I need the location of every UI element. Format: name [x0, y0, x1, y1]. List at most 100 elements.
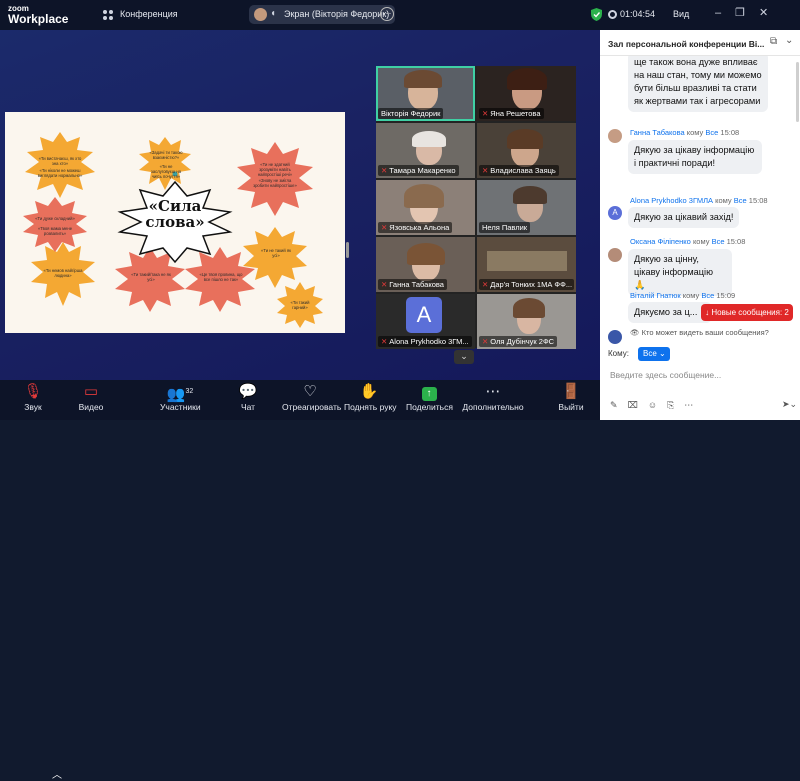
- participants-button[interactable]: 👥32 Участники: [160, 380, 201, 420]
- avatar: [608, 330, 622, 344]
- avatar: A: [608, 206, 622, 220]
- participant-tile[interactable]: ✕ Владислава Заяць: [477, 123, 576, 178]
- view-menu-button[interactable]: Вид: [673, 9, 689, 19]
- conference-label: Конференция: [120, 9, 178, 19]
- send-options-icon[interactable]: ➤⌄: [782, 399, 797, 410]
- more-button[interactable]: ⋯ Дополнительно: [462, 380, 524, 420]
- participant-name: ✕ Владислава Заяць: [479, 165, 559, 176]
- meeting-info-icon[interactable]: [102, 9, 114, 21]
- participant-tile[interactable]: ✕ Тамара Макаренко: [376, 123, 475, 178]
- share-options-button[interactable]: ···: [380, 7, 394, 21]
- participant-tile[interactable]: ✕ Язовська Альона: [376, 180, 475, 235]
- chat-scrollbar[interactable]: [796, 62, 799, 122]
- sender-name: Оксана Філіпенко: [630, 237, 691, 246]
- avatar: [608, 248, 622, 262]
- recipient-select[interactable]: Все ⌄: [638, 347, 670, 361]
- slide-phrase: «Ти не заслуговуєш на чиїсь почуття»: [150, 164, 182, 179]
- message-time: 15:08: [748, 196, 768, 205]
- meeting-toolbar: 🎙 Звук ︿ ▭ Видео 👥32 Участники 💬 Чат ♡ О…: [0, 380, 600, 781]
- recipient: Все: [711, 237, 725, 246]
- mic-muted-icon: ✕: [482, 337, 489, 346]
- mic-muted-icon: ✕: [381, 166, 388, 175]
- participant-gallery: Вікторія Федорик ✕ Яна Решетова ✕ Тамара М…: [376, 66, 576, 349]
- new-messages-button[interactable]: ↓ Новые сообщения: 2: [701, 304, 793, 321]
- participant-name: Неля Павлик: [479, 222, 531, 233]
- participant-name: ✕ Яна Решетова: [479, 108, 544, 119]
- message-sender: Ганна Табакова кому Все 15:08: [630, 128, 739, 137]
- chat-icon: 💬: [238, 383, 258, 400]
- participant-name: Вікторія Федорик: [378, 108, 444, 119]
- security-shield-icon[interactable]: [591, 8, 602, 21]
- slide-phrase: «Це твоя провина, що все пішло не так»: [199, 272, 243, 282]
- to-word: кому: [682, 291, 700, 300]
- participant-name: ✕ Дар'я Тонких 1МА ФФ...: [479, 279, 574, 290]
- participant-tile[interactable]: ✕ Дар'я Тонких 1МА ФФ...: [477, 237, 576, 292]
- chat-options-chevron-icon[interactable]: ⌄: [785, 35, 793, 46]
- to-word: кому: [715, 196, 732, 205]
- participant-avatar: A: [406, 297, 442, 333]
- reactions-button[interactable]: ♡ Отреагировать: [282, 380, 342, 420]
- chat-message: Дякуємо за ц...: [628, 302, 712, 323]
- chat-panel: Зал персональной конференции Ві... ⧉ ⌄ щ…: [600, 30, 800, 420]
- audio-options-chevron-icon[interactable]: ︿: [52, 766, 62, 781]
- chat-message: Дякую за цінну, цікаву інформацію 🙏: [628, 249, 732, 296]
- slide-phrase: «Задачі ти такою взаємністю?»: [149, 150, 183, 160]
- reactions-label: Отреагировать: [282, 402, 342, 412]
- message-time: 15:08: [726, 237, 746, 246]
- slide-phrase: «Ти дуже складний»: [35, 216, 75, 221]
- slide-phrase: «Твоя мама мене розвалить»: [37, 226, 73, 236]
- participant-tile[interactable]: ✕ Яна Решетова: [477, 66, 576, 121]
- heart-icon: ♡: [303, 383, 317, 400]
- sender-name: Віталій Гнатюк: [630, 291, 681, 300]
- mic-muted-icon: ✕: [482, 280, 489, 289]
- slide-title: «Сила слова»: [145, 197, 205, 231]
- participant-tile[interactable]: A ✕ Alona Prykhodko 3ГМ...: [376, 294, 475, 349]
- meeting-timer: 01:04:54: [620, 9, 656, 19]
- chevron-down-icon: ⌄: [659, 349, 666, 358]
- mic-muted-icon: ✕: [482, 166, 489, 175]
- slide-phrase: «Ти не такий як усі»: [261, 248, 291, 258]
- message-sender: Віталій Гнатюк кому Все 15:09: [630, 291, 735, 300]
- who-can-see-text: Кто может видеть ваши сообщения?: [641, 328, 769, 337]
- split-resize-handle[interactable]: [346, 242, 349, 258]
- logo-workplace-text: Workplace: [8, 12, 69, 26]
- chat-header: Зал персональной конференции Ві... ⧉ ⌄: [600, 30, 800, 56]
- raise-hand-button[interactable]: ✋ Поднять руку: [344, 380, 397, 420]
- message-sender: Оксана Філіпенко кому Все 15:08: [630, 237, 745, 246]
- recipient: Все: [705, 128, 719, 137]
- chat-tools[interactable]: ✎⌧☺⎘⋯: [610, 400, 703, 411]
- leave-button[interactable]: 🚪 Выйти: [558, 380, 584, 420]
- chat-message-input[interactable]: [610, 366, 794, 384]
- video-button[interactable]: ▭ Видео: [76, 380, 106, 420]
- share-screen-button[interactable]: ↑ Поделиться: [406, 380, 453, 420]
- message-sender: Alona Prykhodko 3ГМЛА кому Все 15:08: [630, 196, 768, 205]
- audio-button[interactable]: 🎙 Звук: [18, 380, 48, 420]
- participant-tile[interactable]: Вікторія Федорик: [376, 66, 475, 121]
- people-icon: 👁: [630, 328, 642, 337]
- leave-label: Выйти: [558, 402, 584, 412]
- window-controls[interactable]: –❐✕: [715, 6, 782, 19]
- screen-share-label: Экран (Вікторія Федорик): [284, 9, 390, 19]
- sharer-avatar: [254, 8, 267, 21]
- participant-name-text: Оля Дубінчук 2ФС: [490, 337, 555, 346]
- participant-name-text: Ганна Табакова: [389, 280, 444, 289]
- participants-label: Участники: [160, 402, 201, 412]
- chat-message: Дякую за цікавий захід!: [628, 207, 740, 228]
- mic-muted-icon: 🎙: [23, 383, 43, 400]
- participant-tile[interactable]: ✕ Ганна Табакова: [376, 237, 475, 292]
- recipient: Все: [733, 196, 747, 205]
- participant-name: ✕ Язовська Альона: [378, 222, 453, 233]
- chat-message: ще також вона дуже впливає на наш стан, …: [628, 56, 768, 112]
- chat-title: Зал персональной конференции Ві...: [608, 39, 765, 49]
- participant-name: ✕ Ганна Табакова: [378, 279, 447, 290]
- chat-messages: ще також вона дуже впливає на наш стан, …: [600, 56, 800, 356]
- participant-tile[interactable]: Неля Павлик: [477, 180, 576, 235]
- gallery-next-page-button[interactable]: ⌄: [454, 350, 474, 364]
- who-can-see-link[interactable]: 👁 Кто может видеть ваши сообщения?: [630, 328, 769, 337]
- slide-phrase: «Ти вистачаєш, як хто зна хто»: [38, 156, 82, 166]
- participant-tile[interactable]: ✕ Оля Дубінчук 2ФС: [477, 294, 576, 349]
- chat-message: Дякую за цікаву інформацію і практичні п…: [628, 140, 762, 174]
- popout-icon[interactable]: ⧉: [770, 36, 777, 47]
- chat-button[interactable]: 💬 Чат: [236, 380, 260, 420]
- speaker-icon: ◖: [270, 8, 277, 19]
